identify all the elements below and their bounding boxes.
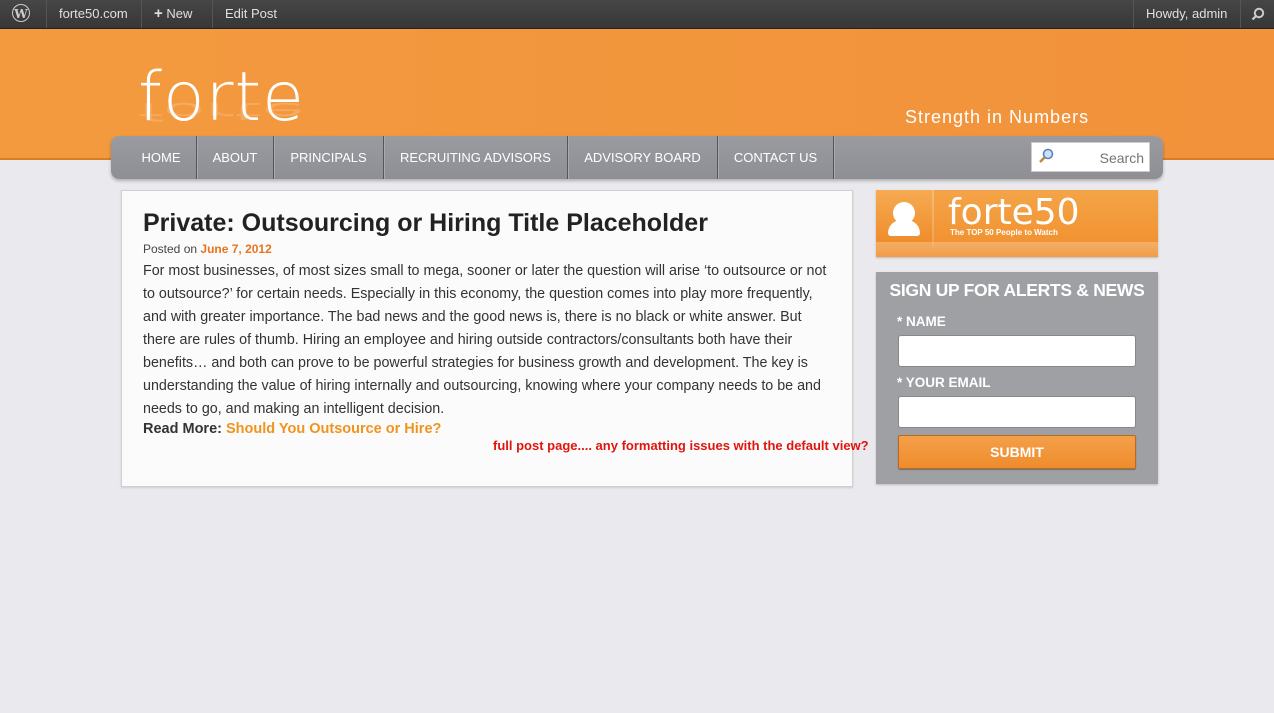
email-label: * YOUR EMAIL [897, 375, 991, 390]
admin-bar-howdy[interactable]: Howdy, admin [1134, 0, 1239, 28]
read-more-label: Read More: [143, 421, 222, 437]
admin-bar-edit-post[interactable]: Edit Post [213, 0, 289, 28]
nav-item-advisory-board[interactable]: ADVISORY BOARD [568, 136, 717, 179]
forte50-subtitle: The TOP 50 People to Watch [950, 228, 1058, 237]
admin-bar: W forte50.com + New Edit Post Howdy, adm… [0, 0, 1274, 29]
signup-heading: SIGN UP FOR ALERTS & NEWS [889, 280, 1145, 300]
nav-item-recruiting-advisors[interactable]: RECRUITING ADVISORS [384, 136, 567, 179]
post-title: Private: Outsourcing or Hiring Title Pla… [143, 209, 708, 237]
nav-item-principals[interactable]: PRINCIPALS [274, 136, 383, 179]
person-icon [876, 190, 934, 247]
nav-divider [833, 136, 834, 179]
nav-item-home[interactable]: HOME [127, 136, 195, 179]
wordpress-logo-icon[interactable]: W [0, 0, 46, 28]
name-field[interactable] [898, 335, 1136, 367]
name-label: * NAME [897, 314, 946, 329]
email-field[interactable] [898, 396, 1136, 428]
posted-on-label: Posted on [143, 242, 198, 256]
plus-icon: + [154, 5, 163, 22]
post-date-link[interactable]: June 7, 2012 [200, 242, 271, 256]
review-annotation: full post page.... any formatting issues… [493, 438, 869, 453]
search-input[interactable] [1056, 147, 1146, 169]
search-icon [1038, 148, 1054, 168]
post-body: For most businesses, of most sizes small… [143, 263, 827, 417]
banner-strip [876, 242, 1158, 257]
admin-bar-new[interactable]: + New [142, 0, 204, 28]
forte50-logo: forte50 [948, 192, 1080, 233]
admin-bar-site-link[interactable]: forte50.com [47, 0, 140, 28]
read-more-link[interactable]: Should You Outsource or Hire? [226, 421, 441, 437]
search-box[interactable] [1031, 142, 1150, 172]
nav-item-contact-us[interactable]: CONTACT US [718, 136, 833, 179]
nav-item-about[interactable]: ABOUT [197, 136, 273, 179]
admin-bar-new-label: New [166, 6, 193, 21]
site-logo-reflection: forte [138, 97, 305, 125]
post-meta: Posted on June 7, 2012 [143, 242, 272, 256]
signup-widget: SIGN UP FOR ALERTS & NEWS * NAME * YOUR … [876, 272, 1158, 484]
read-more: Read More: Should You Outsource or Hire? [143, 421, 441, 437]
submit-button[interactable]: SUBMIT [898, 435, 1136, 469]
main-navigation: HOME ABOUT PRINCIPALS RECRUITING ADVISOR… [111, 136, 1163, 179]
admin-search-icon[interactable] [1241, 0, 1274, 28]
site-tagline: Strength in Numbers [905, 107, 1090, 127]
forte50-banner[interactable]: forte50 The TOP 50 People to Watch [876, 190, 1158, 257]
